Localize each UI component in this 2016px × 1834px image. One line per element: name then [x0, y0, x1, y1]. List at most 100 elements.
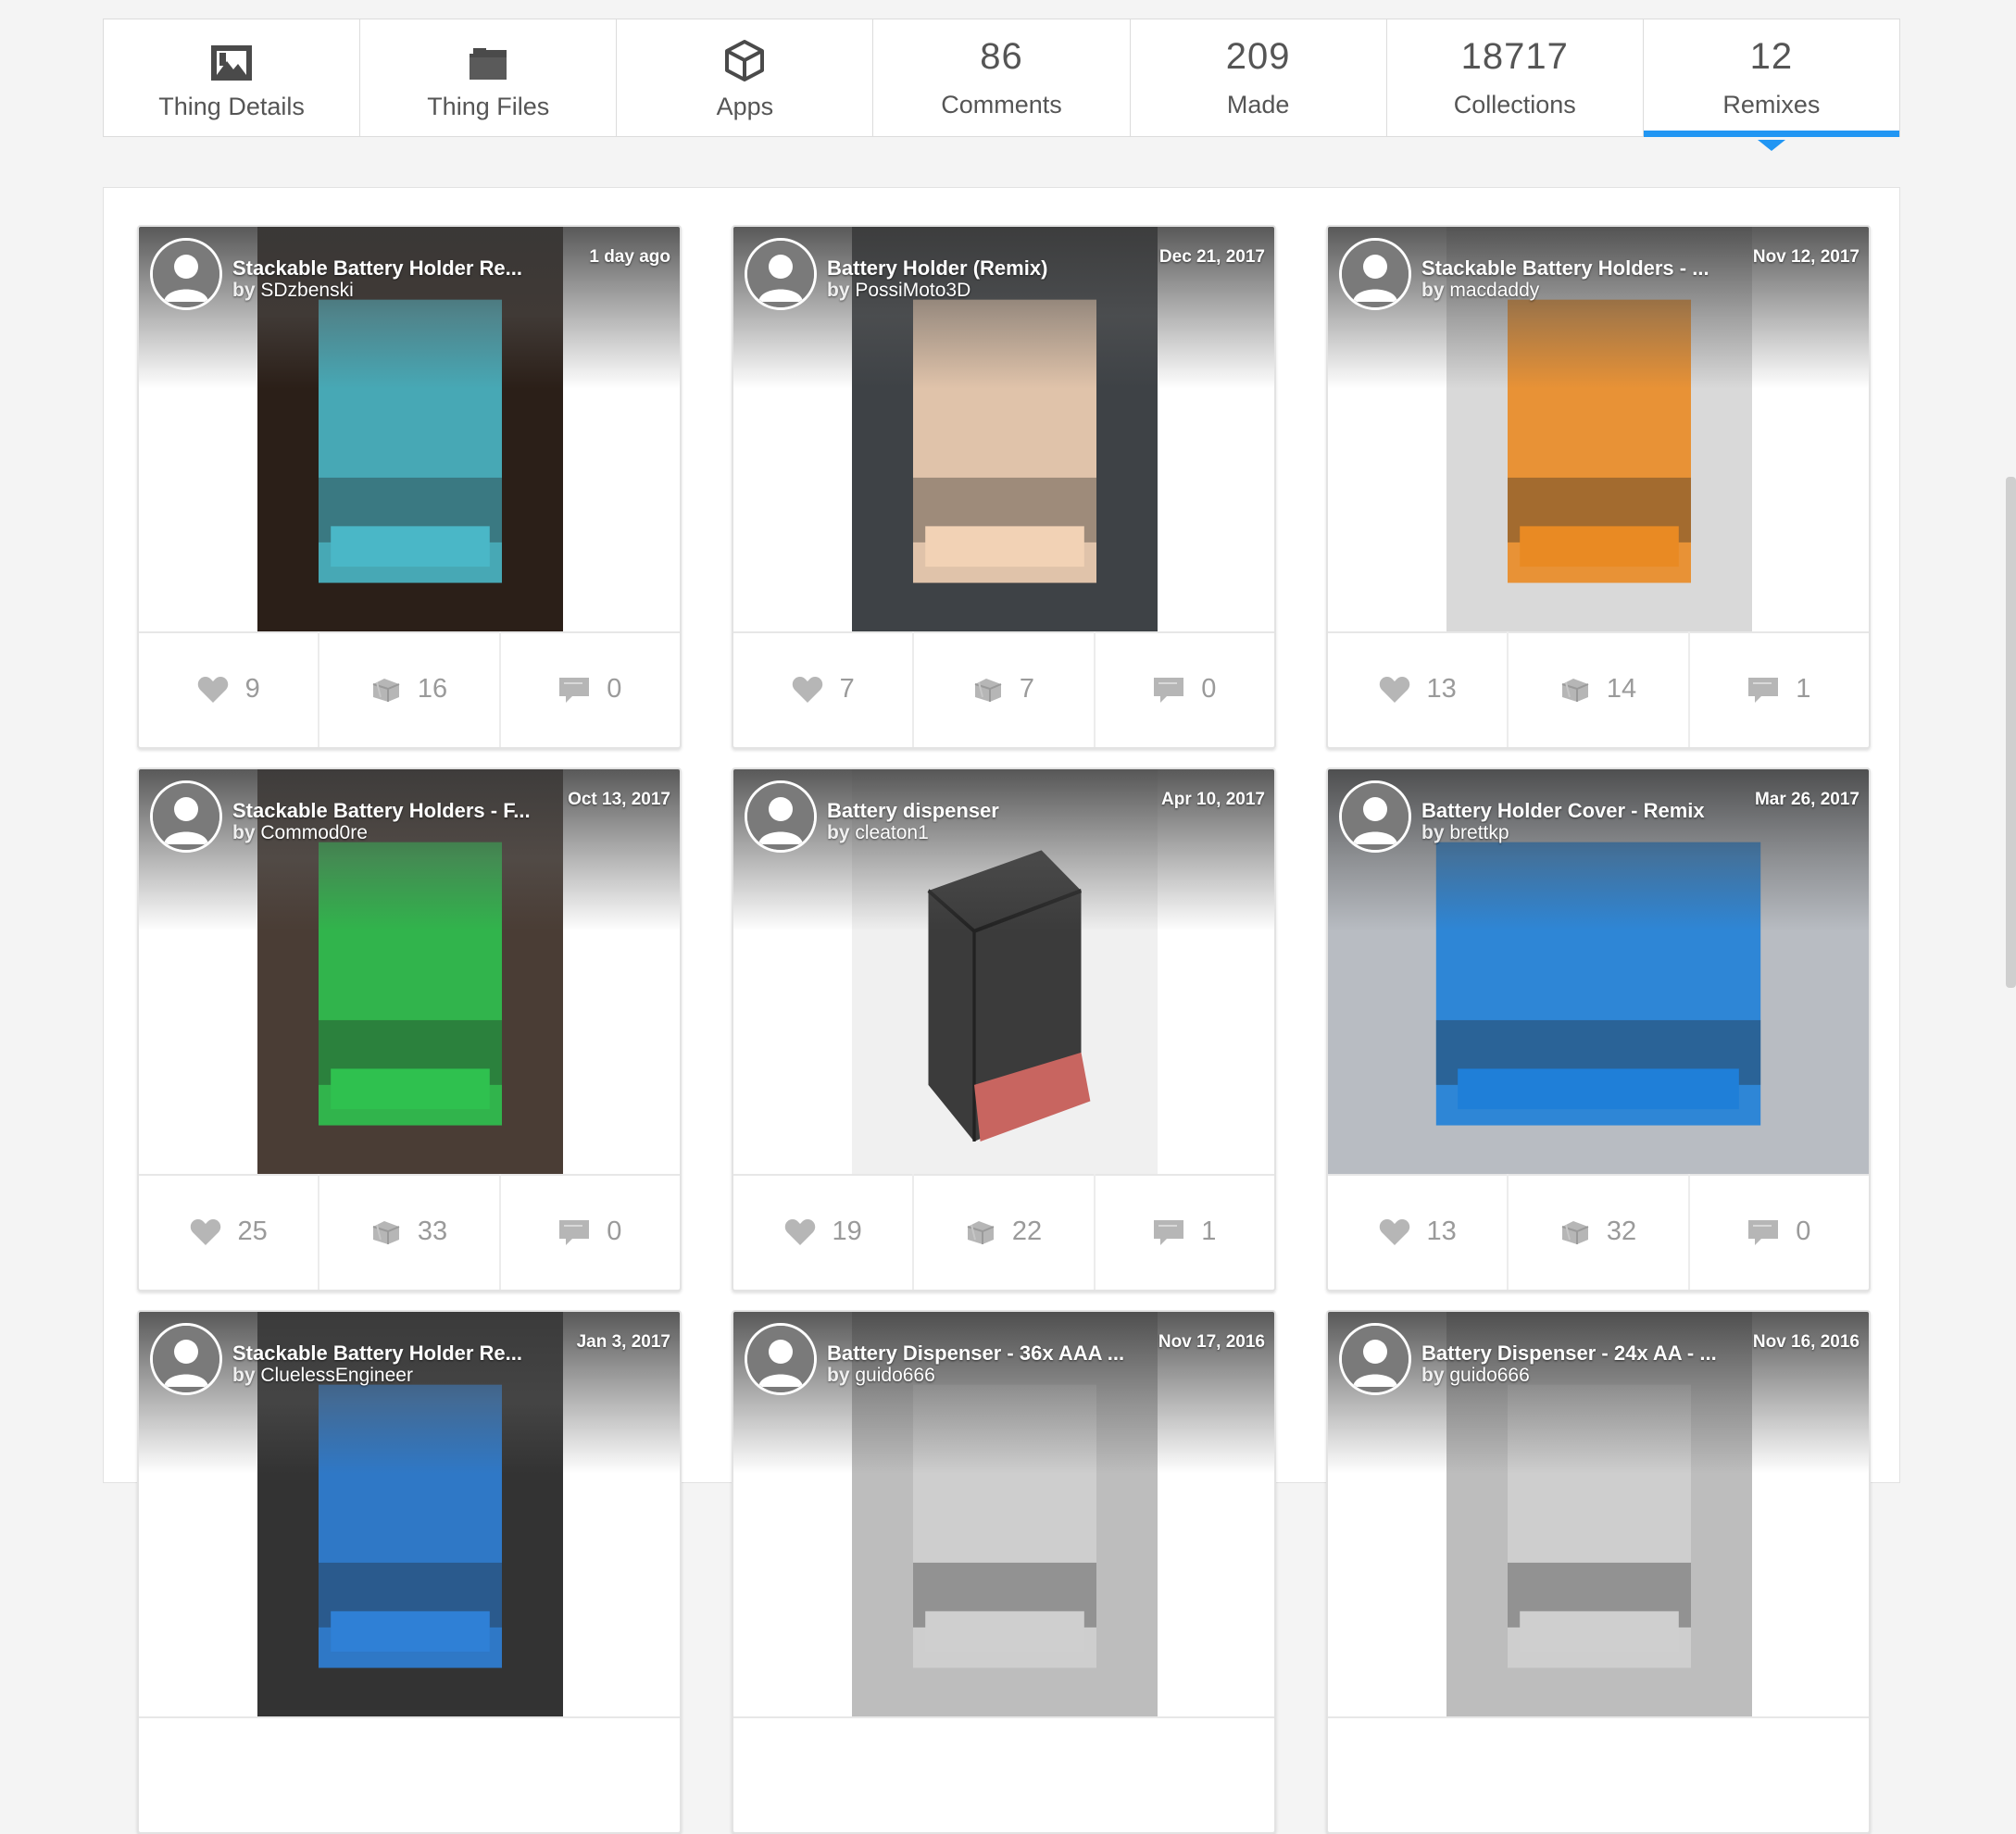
remix-card[interactable]: Stackable Battery Holder Re... by Clueles…: [137, 1310, 682, 1834]
like-button[interactable]: 13: [1328, 1174, 1509, 1290]
remix-title[interactable]: Battery Holder (Remix): [827, 256, 1133, 281]
tab-thing-files[interactable]: Thing Files: [360, 19, 618, 136]
remix-card[interactable]: Battery Holder (Remix) by PossiMoto3D Dec …: [732, 225, 1276, 749]
avatar[interactable]: [150, 1323, 222, 1395]
tab-comments[interactable]: 86 Comments: [873, 19, 1131, 136]
collect-button[interactable]: 22: [914, 1174, 1096, 1290]
cube-icon: [724, 35, 765, 81]
remix-thumbnail[interactable]: Battery Dispenser - 36x AAA ... by guido6…: [733, 1312, 1274, 1718]
tab-count: 12: [1749, 36, 1794, 77]
remix-title[interactable]: Battery Holder Cover - Remix: [1421, 799, 1727, 823]
comment-button[interactable]: 0: [1096, 631, 1274, 747]
remix-author[interactable]: by guido666: [827, 1365, 935, 1387]
like-count: 19: [832, 1216, 862, 1246]
like-button[interactable]: 19: [733, 1174, 915, 1290]
remix-card[interactable]: Stackable Battery Holder Re... by SDzbens…: [137, 225, 682, 749]
remix-title[interactable]: Stackable Battery Holders - ...: [1421, 256, 1727, 281]
avatar[interactable]: [150, 238, 222, 310]
collect-button[interactable]: 16: [319, 631, 501, 747]
author-name[interactable]: Commod0re: [260, 822, 368, 843]
tab-apps[interactable]: Apps: [617, 19, 874, 136]
remix-card[interactable]: Battery Dispenser - 24x AA - ... by guido…: [1326, 1310, 1871, 1834]
collect-button[interactable]: 32: [1509, 1174, 1690, 1290]
remix-title[interactable]: Battery dispenser: [827, 799, 1133, 823]
like-count: 25: [237, 1216, 268, 1246]
tab-label: Thing Details: [158, 92, 305, 120]
avatar[interactable]: [745, 238, 817, 310]
tab-thing-details[interactable]: Thing Details: [104, 19, 361, 136]
remix-title[interactable]: Battery Dispenser - 24x AA - ...: [1421, 1341, 1727, 1366]
author-name[interactable]: guido666: [1449, 1365, 1529, 1386]
remix-author[interactable]: by brettkp: [1421, 822, 1509, 844]
author-name[interactable]: CluelessEngineer: [260, 1365, 413, 1386]
tab-collections[interactable]: 18717 Collections: [1387, 19, 1644, 136]
remix-thumbnail[interactable]: Stackable Battery Holder Re... by SDzbens…: [139, 227, 680, 633]
remix-author[interactable]: by cleaton1: [827, 822, 929, 844]
author-name[interactable]: guido666: [855, 1365, 934, 1386]
tab-count: 18717: [1460, 36, 1569, 77]
author-name[interactable]: SDzbenski: [260, 280, 353, 301]
remix-card[interactable]: Stackable Battery Holders - ... by macdad…: [1326, 225, 1871, 749]
avatar[interactable]: [1339, 1323, 1411, 1395]
avatar[interactable]: [745, 780, 817, 853]
comment-button[interactable]: 0: [501, 631, 680, 747]
tab-label: Collections: [1453, 91, 1576, 119]
author-name[interactable]: macdaddy: [1449, 280, 1539, 301]
remix-author[interactable]: by guido666: [1421, 1365, 1530, 1387]
avatar[interactable]: [150, 780, 222, 853]
card-stats: 9 16 0: [139, 631, 680, 747]
remix-thumbnail[interactable]: Battery Holder Cover - Remix by brettkp Ma…: [1328, 769, 1869, 1176]
collect-button[interactable]: 14: [1509, 631, 1690, 747]
remix-title[interactable]: Stackable Battery Holders - F...: [232, 799, 538, 823]
remix-author[interactable]: by PossiMoto3D: [827, 280, 970, 302]
like-button[interactable]: 9: [139, 631, 320, 747]
remix-card[interactable]: Battery dispenser by cleaton1 Apr 10, 2017…: [732, 767, 1276, 1291]
comment-count: 0: [607, 674, 622, 704]
remix-thumbnail[interactable]: Stackable Battery Holders - F... by Commo…: [139, 769, 680, 1176]
heart-icon: [1379, 1218, 1409, 1245]
remix-thumbnail[interactable]: Stackable Battery Holders - ... by macdad…: [1328, 227, 1869, 633]
comment-button[interactable]: 1: [1690, 631, 1869, 747]
remix-date: Mar 26, 2017: [1754, 790, 1859, 809]
comment-button[interactable]: 0: [1690, 1174, 1869, 1290]
like-button[interactable]: 7: [733, 631, 915, 747]
remix-author[interactable]: by CluelessEngineer: [232, 1365, 413, 1387]
remix-title[interactable]: Stackable Battery Holder Re...: [232, 1341, 538, 1366]
comment-button[interactable]: 0: [501, 1174, 680, 1290]
author-name[interactable]: brettkp: [1449, 822, 1509, 843]
remix-author[interactable]: by SDzbenski: [232, 280, 354, 302]
like-button[interactable]: 25: [139, 1174, 320, 1290]
remix-card[interactable]: Battery Holder Cover - Remix by brettkp Ma…: [1326, 767, 1871, 1291]
remix-date: Oct 13, 2017: [568, 790, 670, 809]
avatar[interactable]: [745, 1323, 817, 1395]
remix-title[interactable]: Battery Dispenser - 36x AAA ...: [827, 1341, 1133, 1366]
remix-thumbnail[interactable]: Battery Holder (Remix) by PossiMoto3D Dec …: [733, 227, 1274, 633]
remix-title[interactable]: Stackable Battery Holder Re...: [232, 256, 538, 281]
remix-date: 1 day ago: [589, 247, 670, 267]
remix-author[interactable]: by Commod0re: [232, 822, 368, 844]
heart-icon: [1379, 676, 1409, 703]
tab-made[interactable]: 209 Made: [1131, 19, 1387, 136]
collect-icon: [1561, 678, 1589, 702]
remix-date: Nov 17, 2016: [1158, 1332, 1265, 1352]
scrollbar[interactable]: [2006, 477, 2016, 988]
card-stats: 13 32 0: [1328, 1174, 1869, 1290]
remix-thumbnail[interactable]: Battery Dispenser - 24x AA - ... by guido…: [1328, 1312, 1869, 1718]
remix-card[interactable]: Stackable Battery Holders - F... by Commo…: [137, 767, 682, 1291]
remix-author[interactable]: by macdaddy: [1421, 280, 1539, 302]
avatar[interactable]: [1339, 238, 1411, 310]
tab-remixes[interactable]: 12 Remixes: [1643, 19, 1900, 151]
avatar[interactable]: [1339, 780, 1411, 853]
collect-button[interactable]: 7: [914, 631, 1096, 747]
comment-icon: [1748, 677, 1779, 703]
remix-thumbnail[interactable]: Stackable Battery Holder Re... by Clueles…: [139, 1312, 680, 1718]
comment-icon: [559, 677, 590, 703]
like-button[interactable]: 13: [1328, 631, 1509, 747]
remix-card[interactable]: Battery Dispenser - 36x AAA ... by guido6…: [732, 1310, 1276, 1834]
collect-button[interactable]: 33: [319, 1174, 501, 1290]
author-name[interactable]: PossiMoto3D: [855, 280, 970, 301]
remix-thumbnail[interactable]: Battery dispenser by cleaton1 Apr 10, 2017: [733, 769, 1274, 1176]
author-name[interactable]: cleaton1: [855, 822, 928, 843]
comment-button[interactable]: 1: [1096, 1174, 1274, 1290]
by-prefix: by: [1421, 822, 1445, 843]
